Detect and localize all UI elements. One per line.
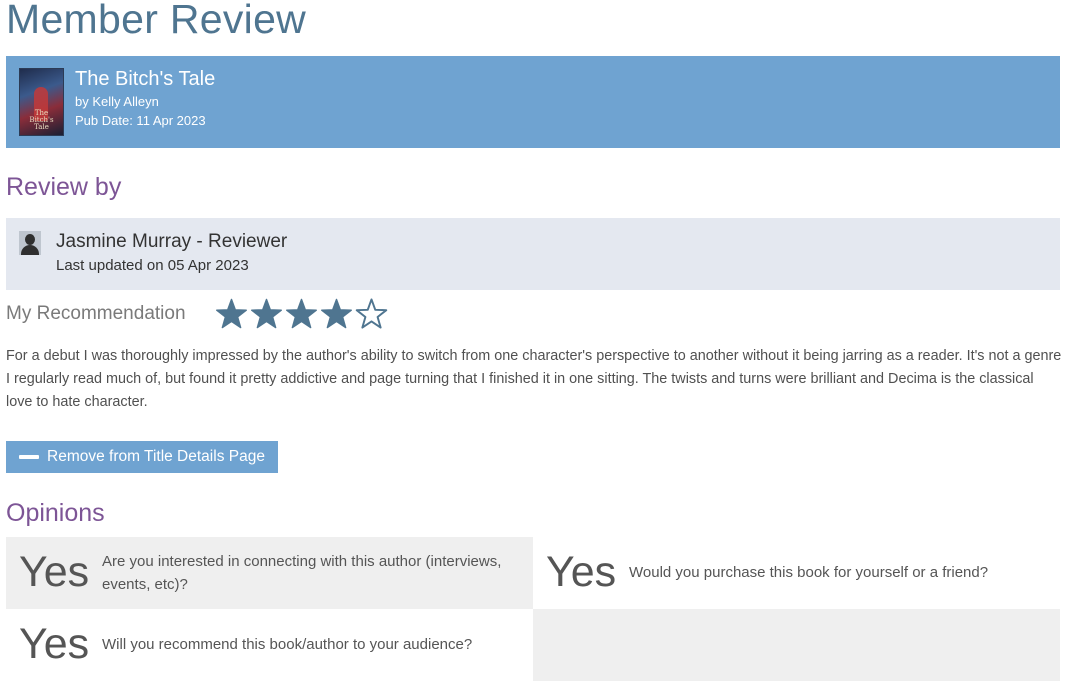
- opinion-question: Will you recommend this book/author to y…: [102, 636, 473, 653]
- star-filled-icon: [320, 298, 353, 329]
- star-filled-icon: [250, 298, 283, 329]
- book-author: by Kelly Alleyn: [75, 94, 159, 109]
- book-cover-image[interactable]: The Bitch's Tale: [19, 68, 64, 136]
- opinion-empty-cell: [533, 609, 1060, 681]
- star-filled-icon: [215, 298, 248, 329]
- review-text: For a debut I was thoroughly impressed b…: [6, 348, 1062, 410]
- star-rating: [215, 298, 388, 332]
- opinion-answer: Yes: [19, 620, 90, 668]
- user-silhouette-icon: [19, 231, 41, 255]
- opinions-heading: Opinions: [6, 499, 105, 527]
- star-empty-icon: [355, 298, 388, 329]
- minus-icon: [19, 455, 39, 459]
- opinion-question: Would you purchase this book for yoursel…: [629, 564, 989, 581]
- reviewer-name: Jasmine Murray - Reviewer: [56, 231, 288, 252]
- reviewer-card: Jasmine Murray - Reviewer Last updated o…: [6, 218, 1060, 290]
- star-filled-icon: [285, 298, 318, 329]
- opinion-answer: Yes: [546, 548, 617, 596]
- opinion-item: Yes Are you interested in connecting wit…: [6, 537, 533, 609]
- page-title: Member Review: [6, 0, 307, 42]
- book-pub-date: Pub Date: 11 Apr 2023: [75, 113, 206, 128]
- book-banner: The Bitch's Tale The Bitch's Tale by Kel…: [6, 56, 1060, 148]
- cover-title-text: The Bitch's Tale: [29, 109, 54, 131]
- opinion-answer: Yes: [19, 548, 90, 596]
- recommendation-label: My Recommendation: [6, 303, 186, 324]
- remove-button-label: Remove from Title Details Page: [47, 448, 265, 465]
- opinion-question: Are you interested in connecting with th…: [102, 553, 502, 593]
- remove-from-title-details-button[interactable]: Remove from Title Details Page: [6, 441, 278, 473]
- review-by-heading: Review by: [6, 173, 122, 201]
- opinion-item: Yes Will you recommend this book/author …: [6, 609, 533, 681]
- opinion-item: Yes Would you purchase this book for you…: [533, 537, 1060, 609]
- book-title[interactable]: The Bitch's Tale: [75, 68, 215, 91]
- last-updated-date: Last updated on 05 Apr 2023: [56, 257, 249, 274]
